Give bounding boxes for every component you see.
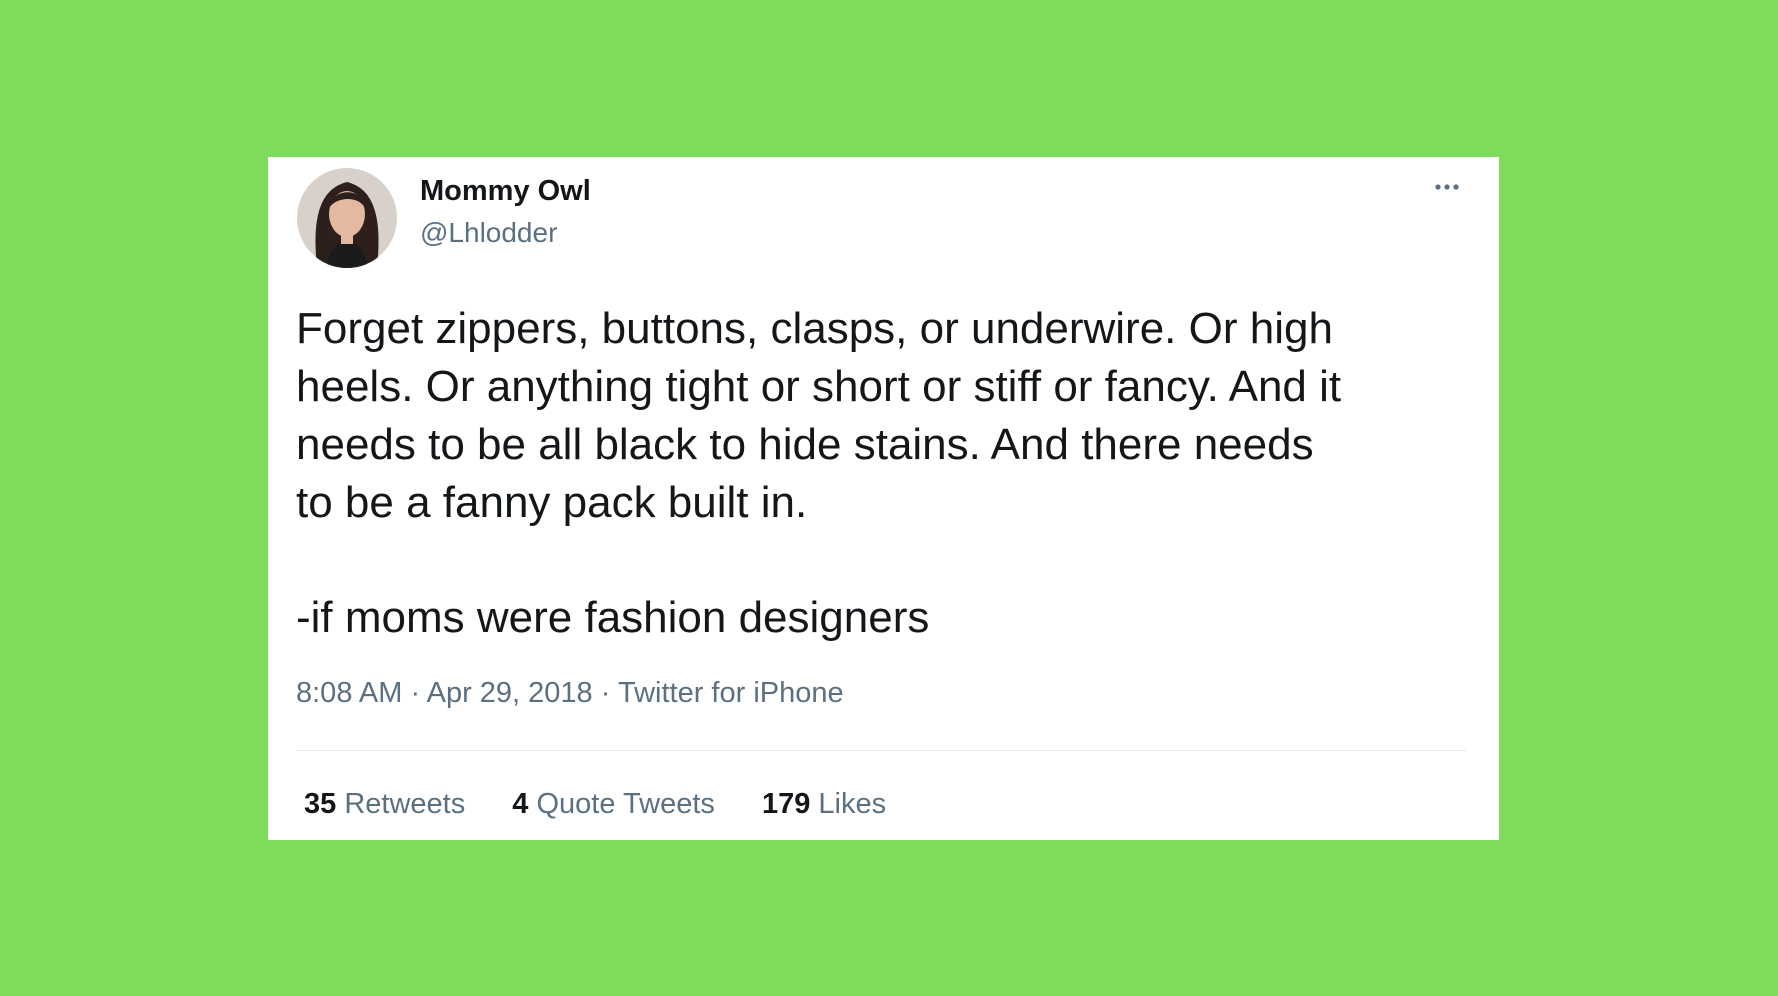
tweet-text: Forget zippers, buttons, clasps, or unde… bbox=[296, 300, 1476, 647]
tweet-time[interactable]: 8:08 AM bbox=[296, 677, 402, 709]
tweet-text-line: Forget zippers, buttons, clasps, or unde… bbox=[296, 304, 1333, 353]
more-horizontal-icon bbox=[1435, 184, 1459, 190]
quote-tweets-stat[interactable]: 4 Quote Tweets bbox=[512, 788, 715, 821]
quote-tweets-count: 4 bbox=[512, 788, 529, 820]
meta-separator: · bbox=[410, 677, 421, 709]
retweets-label: Retweets bbox=[344, 788, 466, 820]
meta-separator: · bbox=[600, 677, 611, 709]
retweets-count: 35 bbox=[304, 788, 337, 820]
divider bbox=[296, 750, 1466, 751]
likes-count: 179 bbox=[761, 788, 811, 820]
tweet-stats: 35 Retweets 4 Quote Tweets 179 Likes bbox=[304, 788, 925, 821]
tweet-date[interactable]: Apr 29, 2018 bbox=[427, 677, 593, 709]
retweets-stat[interactable]: 35 Retweets bbox=[304, 788, 465, 821]
likes-stat[interactable]: 179 Likes bbox=[762, 788, 886, 821]
likes-label: Likes bbox=[818, 788, 887, 820]
author-name[interactable]: Mommy Owl bbox=[420, 175, 591, 208]
tweet-text-line: to be a fanny pack built in. bbox=[296, 478, 808, 527]
tweet-text-line: -if moms were fashion designers bbox=[296, 593, 930, 642]
tweet-text-line: heels. Or anything tight or short or sti… bbox=[296, 362, 1342, 411]
quote-tweets-label: Quote Tweets bbox=[536, 788, 715, 820]
avatar-image bbox=[297, 168, 397, 268]
tweet-text-line: needs to be all black to hide stains. An… bbox=[296, 420, 1314, 469]
avatar[interactable] bbox=[297, 168, 397, 268]
tweet-meta: 8:08 AM · Apr 29, 2018 · Twitter for iPh… bbox=[296, 677, 844, 710]
tweet-card: Mommy Owl @Lhlodder Forget zippers, butt… bbox=[268, 157, 1499, 840]
more-options-button[interactable] bbox=[1428, 175, 1472, 199]
tweet-source[interactable]: Twitter for iPhone bbox=[618, 677, 844, 709]
author-handle[interactable]: @Lhlodder bbox=[420, 217, 557, 249]
